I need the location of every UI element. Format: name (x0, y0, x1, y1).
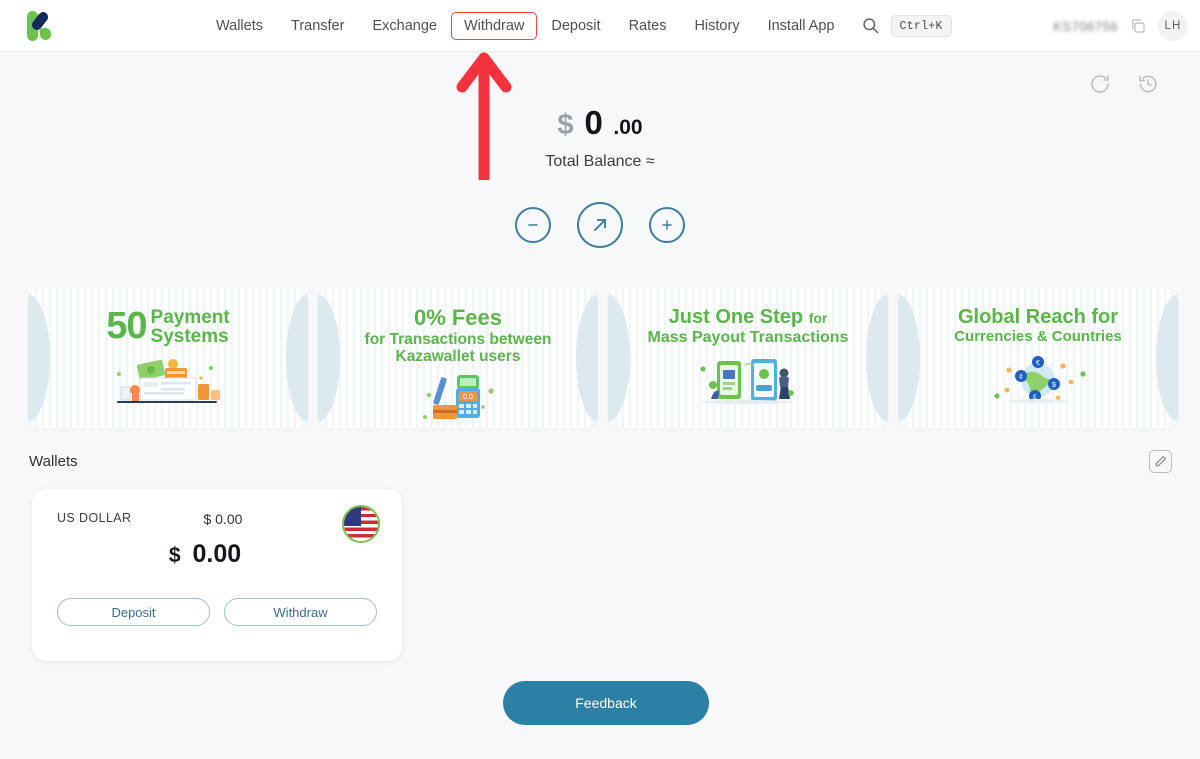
user-id-text: KS706756 (1053, 18, 1118, 34)
people-with-phones-illustration (700, 358, 794, 404)
logo-container[interactable] (0, 9, 80, 43)
nav-rates[interactable]: Rates (615, 12, 681, 40)
banner-number: 50 (106, 305, 147, 347)
wallet-card-top-row: US DOLLAR $ 0.00 (57, 505, 380, 543)
nav-exchange[interactable]: Exchange (358, 12, 451, 40)
nav-install-app[interactable]: Install App (754, 12, 849, 40)
kazawallet-logo-icon[interactable] (23, 9, 57, 43)
banner-title: 0% Fees for Transactions between Kazawal… (365, 288, 552, 365)
banner-title: Just One Step for Mass Payout Transactio… (648, 288, 849, 347)
wallets-section-header: Wallets (29, 450, 1172, 473)
balance-integer: 0 (584, 104, 603, 141)
wallet-balance-value: 0.00 (192, 540, 242, 568)
feedback-button[interactable]: Feedback (503, 681, 709, 725)
banner-line-1: 0% Fees (413, 305, 503, 330)
page-tools (1088, 72, 1162, 98)
wallet-withdraw-button[interactable]: Withdraw (224, 598, 377, 626)
balance-currency-symbol: $ (557, 109, 574, 141)
search-shortcut-badge[interactable]: Ctrl+K (890, 14, 952, 37)
search-icon[interactable] (861, 16, 881, 36)
wallet-card-buttons: Deposit Withdraw (57, 598, 377, 626)
banner-title: Global Reach for Currencies & Countries (954, 288, 1122, 346)
banner-mass-payout[interactable]: Just One Step for Mass Payout Transactio… (608, 288, 888, 428)
banner-title: 50 Payment Systems (106, 288, 229, 348)
balance-label: Total Balance ≈ (545, 153, 655, 170)
balance-amount-row: $ 0 .00 (557, 104, 642, 142)
avatar[interactable]: LH (1158, 11, 1188, 41)
logo-lower-shape (39, 26, 52, 41)
nav-transfer[interactable]: Transfer (277, 12, 358, 40)
banner-line-2: Currencies & Countries (954, 328, 1122, 345)
banner-line-1: Just One Step (668, 306, 804, 328)
history-clock-icon[interactable] (1136, 72, 1162, 98)
pos-terminal-illustration: 0.0 (423, 375, 494, 420)
promo-banners: 50 Payment Systems 0% Fees for Transacti… (28, 288, 1178, 428)
svg-text:¢: ¢ (1019, 374, 1023, 381)
header-right-group: KS706756 LH (1053, 0, 1188, 52)
banner-word-2: Systems (150, 325, 229, 347)
svg-text:0.0: 0.0 (463, 394, 473, 401)
wallet-card-us-dollar[interactable]: US DOLLAR $ 0.00 $ 0.00 Deposit Withdraw (32, 489, 402, 661)
banner-zero-fees[interactable]: 0% Fees for Transactions between Kazawal… (318, 288, 598, 428)
balance-decimals: .00 (613, 116, 643, 139)
globe-network-illustration: € ¢ $ £ (994, 355, 1086, 403)
svg-text:$: $ (1052, 382, 1056, 389)
edit-pencil-icon[interactable] (1149, 450, 1172, 473)
banner-line-2: Mass Payout Transactions (647, 329, 849, 346)
balance-action-buttons (0, 202, 1200, 248)
us-flag-icon (342, 505, 380, 543)
nav-wallets[interactable]: Wallets (202, 12, 277, 40)
money-and-cards-illustration (117, 358, 220, 403)
banner-payment-systems[interactable]: 50 Payment Systems (28, 288, 308, 428)
wallet-main-balance: $ 0.00 (57, 540, 377, 569)
banner-global-reach[interactable]: Global Reach for Currencies & Countries … (898, 288, 1178, 428)
transfer-circle-button[interactable] (577, 202, 623, 248)
deposit-circle-button[interactable] (649, 207, 685, 243)
nav-withdraw[interactable]: Withdraw (450, 11, 538, 40)
app-header: Wallets Transfer Exchange Withdraw Depos… (0, 0, 1200, 52)
total-balance-block: $ 0 .00 Total Balance ≈ (0, 104, 1200, 171)
wallet-secondary-amount: $ 0.00 (203, 511, 243, 527)
svg-text:€: € (1036, 360, 1040, 367)
main-navigation: Wallets Transfer Exchange Withdraw Depos… (202, 11, 952, 40)
banner-line-2: for Transactions between (364, 331, 552, 349)
banner-word-1: Payment (150, 306, 230, 328)
nav-deposit[interactable]: Deposit (537, 12, 614, 40)
wallet-currency-name: US DOLLAR (57, 511, 132, 525)
wallet-balance-symbol: $ (168, 544, 181, 567)
refresh-icon[interactable] (1088, 72, 1114, 98)
banner-line-1-small: for (808, 310, 828, 326)
nav-history[interactable]: History (680, 12, 753, 40)
banner-line-3: Kazawallet users (395, 348, 521, 366)
copy-icon[interactable] (1129, 17, 1147, 35)
wallet-deposit-button[interactable]: Deposit (57, 598, 210, 626)
banner-line-1: Global Reach for (957, 306, 1118, 328)
withdraw-circle-button[interactable] (515, 207, 551, 243)
wallets-title: Wallets (29, 453, 78, 470)
